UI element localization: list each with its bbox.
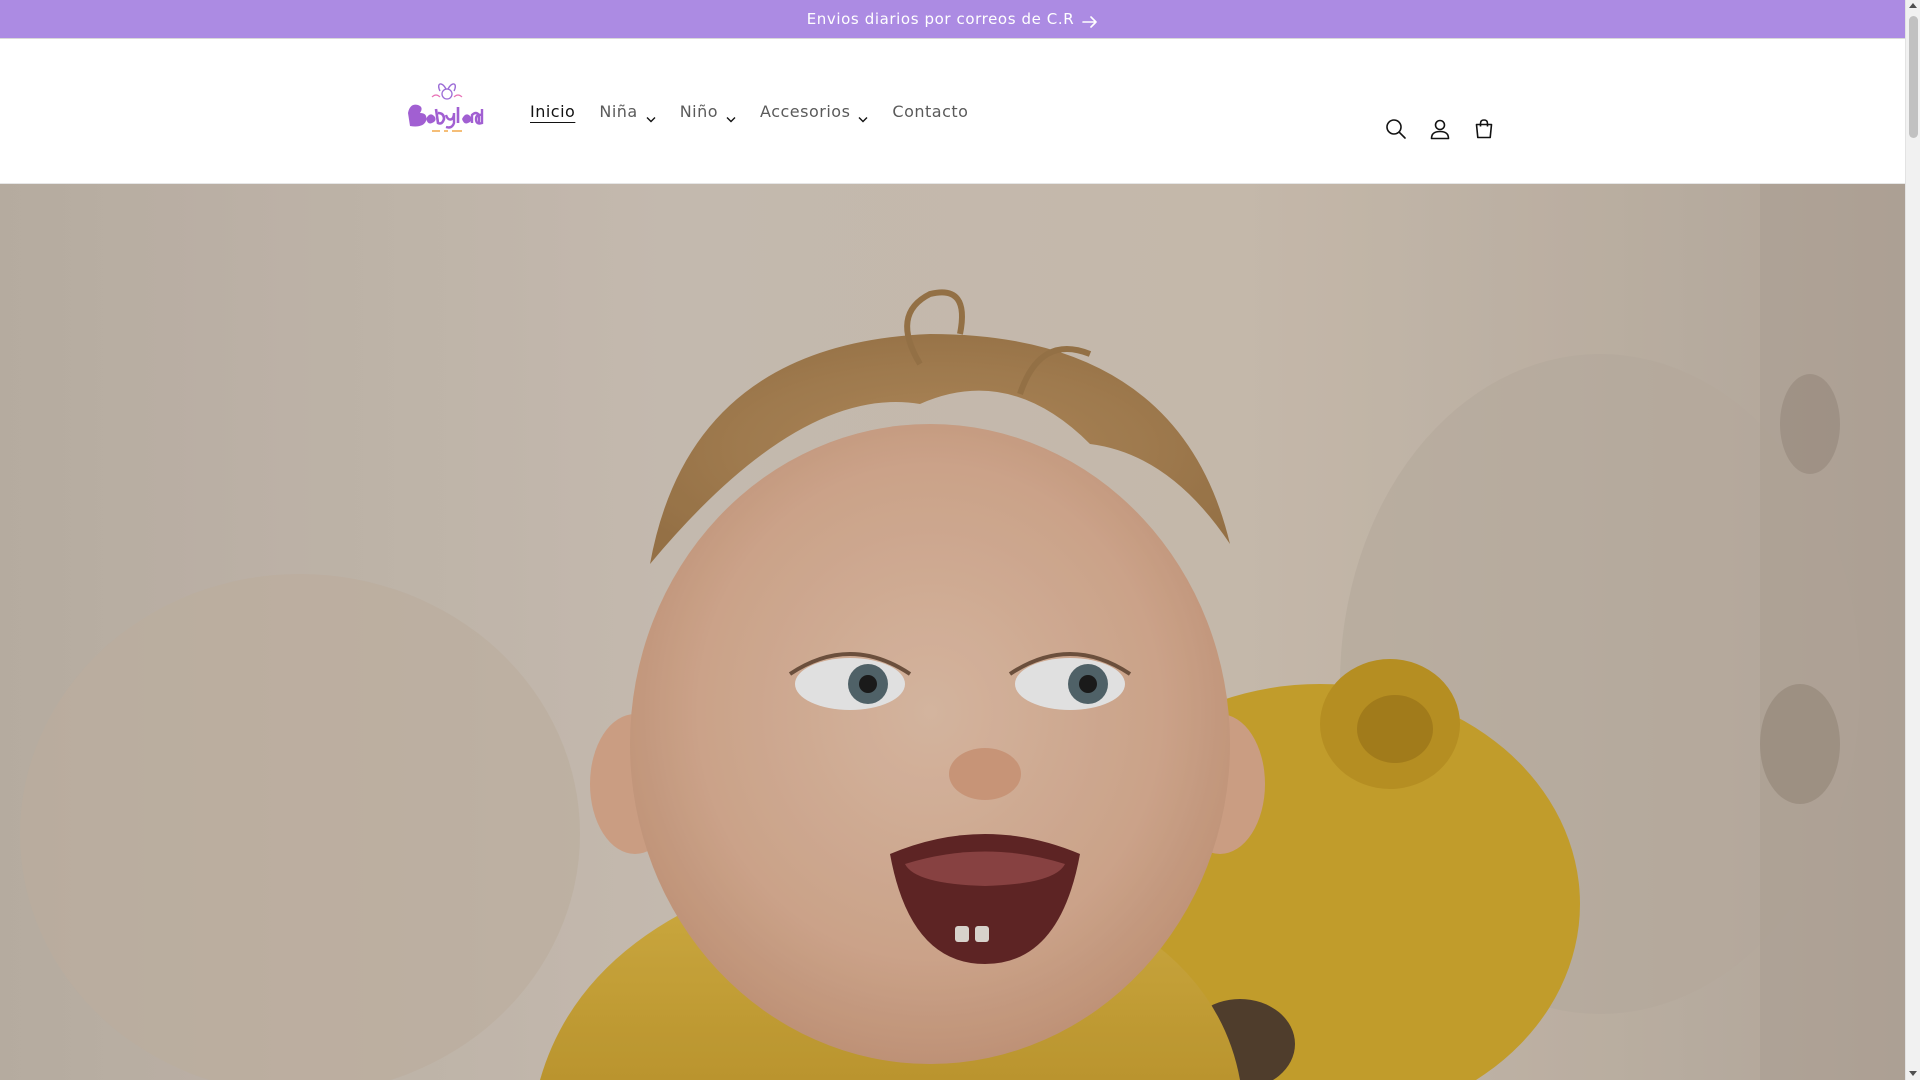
nav-item-contacto[interactable]: Contacto bbox=[880, 102, 980, 121]
page-scrollbar[interactable] bbox=[1905, 0, 1920, 1080]
announcement-link[interactable]: Envios diarios por correos de C.R bbox=[807, 10, 1099, 28]
nav-item-label: Niño bbox=[679, 101, 719, 121]
scroll-down-arrow-icon[interactable] bbox=[1909, 1071, 1917, 1076]
search-icon bbox=[1386, 119, 1406, 139]
scroll-thumb[interactable] bbox=[1909, 16, 1918, 138]
cart-icon bbox=[1475, 119, 1493, 139]
hero-banner bbox=[0, 184, 1905, 1080]
nav-item-nina[interactable]: Niña bbox=[587, 101, 667, 122]
hero-image-icon bbox=[0, 184, 1905, 1080]
chevron-down-icon bbox=[646, 108, 656, 122]
nav-item-label: Niña bbox=[599, 101, 638, 121]
main-nav: Inicio Niña Niño Accesorios Contacto bbox=[518, 93, 980, 129]
nav-item-nino[interactable]: Niño bbox=[668, 101, 748, 122]
account-button[interactable] bbox=[1418, 107, 1462, 151]
header-icons bbox=[1374, 107, 1506, 151]
account-icon bbox=[1430, 119, 1450, 140]
nav-item-inicio[interactable]: Inicio bbox=[518, 102, 587, 121]
arrow-right-icon bbox=[1082, 13, 1098, 28]
chevron-down-icon bbox=[726, 108, 736, 122]
babyland-logo bbox=[408, 83, 484, 132]
scroll-up-arrow-icon[interactable] bbox=[1909, 3, 1917, 8]
nav-item-accesorios[interactable]: Accesorios bbox=[748, 101, 880, 122]
cart-button[interactable] bbox=[1462, 107, 1506, 151]
announcement-text: Envios diarios por correos de C.R bbox=[806, 10, 1075, 28]
nav-item-label: Accesorios bbox=[760, 101, 851, 121]
nav-item-label: Inicio bbox=[530, 101, 576, 121]
search-button[interactable] bbox=[1374, 107, 1418, 151]
announcement-bar: Envios diarios por correos de C.R bbox=[0, 0, 1905, 39]
logo-link[interactable] bbox=[402, 79, 492, 141]
chevron-down-icon bbox=[858, 108, 868, 122]
site-header: Inicio Niña Niño Accesorios Contacto bbox=[0, 39, 1905, 184]
nav-item-label: Contacto bbox=[892, 101, 969, 121]
